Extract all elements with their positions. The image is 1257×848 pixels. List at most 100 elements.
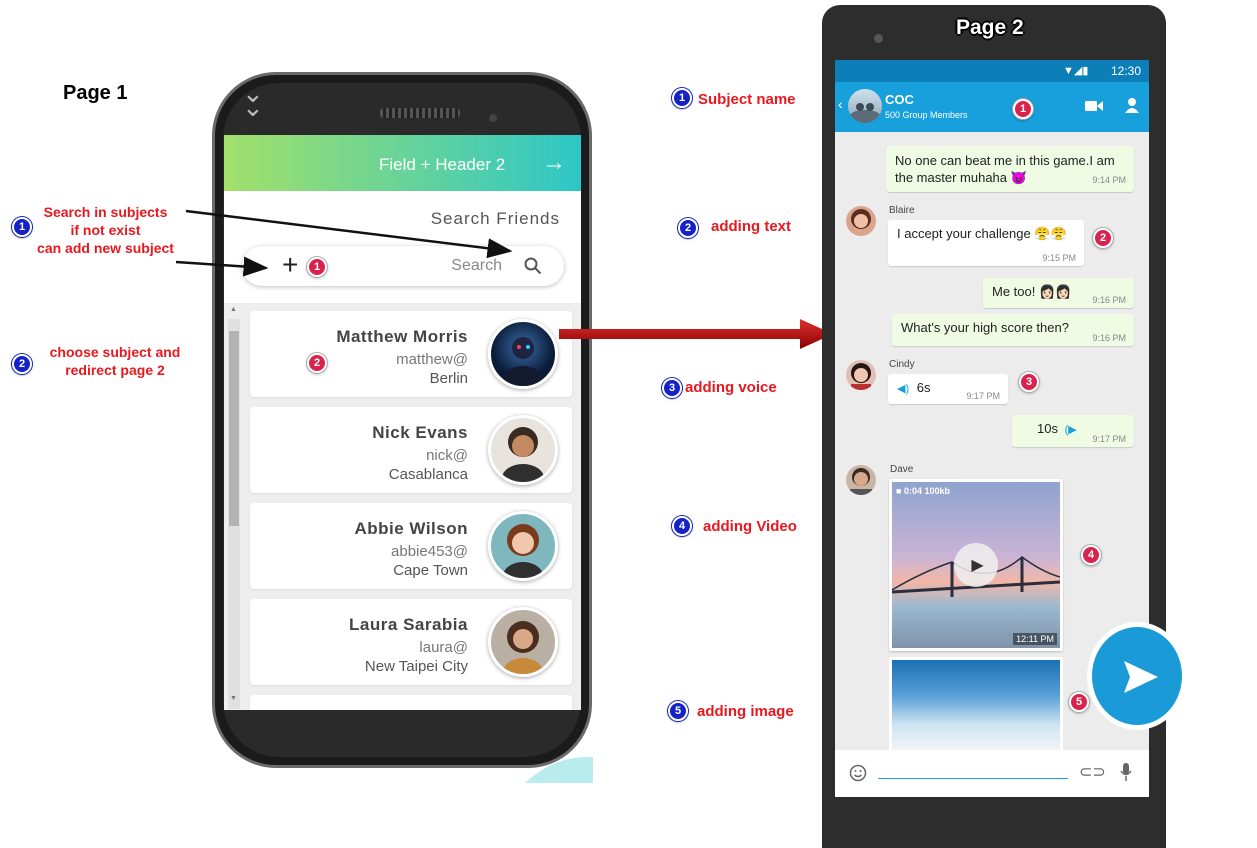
marker-5: 5	[1069, 692, 1089, 712]
voice-wave-icon[interactable]: (▶	[1065, 424, 1077, 436]
contact-city: Berlin	[429, 370, 468, 387]
send-button[interactable]	[1087, 622, 1187, 730]
message-input[interactable]	[878, 778, 1068, 779]
message-text: I accept your challenge 😤😤	[897, 226, 1067, 241]
decorative-shape	[525, 756, 593, 783]
contact-list: ▲ ▼ Matthew Morris matthew@ Berlin Nick …	[224, 303, 581, 710]
voice-message-incoming[interactable]: ◀) 6s 9:17 PM	[888, 374, 1008, 404]
status-time: 12:30	[1110, 64, 1141, 78]
note-subject-name: Subject name	[698, 91, 796, 108]
emoji-icon[interactable]	[849, 764, 867, 782]
note-line: choose subject and	[49, 344, 181, 360]
avatar[interactable]	[846, 360, 876, 390]
note-adding-image: adding image	[697, 703, 794, 720]
message-text: No one can beat me in this game.I am the…	[895, 153, 1115, 185]
scrollbar[interactable]	[228, 319, 240, 709]
contact-username: nick@	[426, 447, 468, 464]
contact-name: Nick Evans	[372, 423, 468, 442]
video-thumbnail[interactable]: ■ 0:04 100kb ▶ 12:11 PM	[892, 482, 1060, 648]
message-time: 9:14 PM	[1092, 175, 1126, 185]
annotation-arrows	[175, 209, 513, 277]
video-time: 12:11 PM	[1013, 633, 1057, 645]
contact-name: Laura Sarabia	[349, 615, 468, 634]
video-call-icon[interactable]	[1085, 100, 1103, 112]
marker-2: 2	[307, 353, 327, 373]
back-icon[interactable]: ‹	[838, 96, 843, 112]
voice-duration: 6s	[916, 380, 931, 395]
sender-name: Blaire	[889, 205, 915, 216]
avatar[interactable]	[846, 465, 876, 495]
contact-city: New Taipei City	[364, 658, 468, 675]
contact-card[interactable]: Matthew Morris matthew@ Berlin	[250, 311, 572, 397]
note-adding-voice: adding voice	[685, 379, 777, 396]
marker-2: 2	[1093, 228, 1113, 248]
marker-3: 3	[1019, 372, 1039, 392]
message-bubble-outgoing[interactable]: No one can beat me in this game.I am the…	[886, 146, 1134, 192]
group-name: COC	[885, 92, 914, 107]
note-number-3: 3	[662, 378, 682, 398]
marker-1: 1	[1013, 99, 1033, 119]
redirect-arrow	[559, 319, 833, 349]
chat-app-bar: ‹ COC 500 Group Members	[835, 82, 1149, 132]
contact-city: Cape Town	[393, 562, 468, 579]
scrollbar-thumb[interactable]	[229, 331, 239, 526]
play-button[interactable]: ▶	[954, 543, 998, 587]
scroll-down-arrow-icon[interactable]: ▼	[230, 695, 237, 702]
marker-4: 4	[1081, 545, 1101, 565]
contact-username: laura@	[419, 639, 468, 656]
microphone-icon[interactable]	[1119, 762, 1133, 782]
sender-name: Dave	[890, 464, 914, 475]
note-adding-text: adding text	[711, 218, 792, 235]
message-time: 9:15 PM	[1042, 253, 1076, 263]
note-number-2: 2	[12, 354, 32, 374]
contact-name: Abbie Wilson	[354, 519, 468, 538]
status-bar: ▼◢▮ 12:30	[835, 60, 1149, 82]
voice-wave-icon[interactable]: ◀)	[897, 383, 909, 395]
attach-icon[interactable]: ⊂⊃	[1079, 762, 1106, 782]
video-message[interactable]: ■ 0:04 100kb ▶ 12:11 PM	[889, 479, 1063, 651]
contact-city: Casablanca	[388, 466, 468, 483]
contact-username: abbie453@	[391, 543, 468, 560]
message-bubble-incoming[interactable]: I accept your challenge 😤😤 9:15 PM	[888, 220, 1084, 266]
note-adding-video: adding Video	[703, 518, 797, 535]
avatar	[488, 415, 558, 485]
wifi-icon: ▼◢▮	[1063, 65, 1089, 77]
group-members: 500 Group Members	[885, 110, 968, 120]
message-text: What's your high score then?	[901, 320, 1069, 335]
note-number-4: 4	[672, 516, 692, 536]
contact-card[interactable]	[250, 695, 572, 710]
note-number-1: 1	[672, 88, 692, 108]
message-time: 9:17 PM	[966, 391, 1000, 401]
video-meta: ■ 0:04 100kb	[896, 486, 950, 496]
sender-name: Cindy	[889, 359, 915, 370]
contact-username: matthew@	[396, 351, 468, 368]
video-meta-text: 0:04 100kb	[903, 486, 950, 496]
contact-card[interactable]: Abbie Wilson abbie453@ Cape Town	[250, 503, 572, 589]
note-line: redirect page 2	[65, 362, 165, 378]
scroll-up-arrow-icon[interactable]: ▲	[230, 306, 237, 313]
contact-name: Matthew Morris	[336, 327, 468, 346]
image-message[interactable]	[889, 657, 1063, 752]
send-icon	[1124, 661, 1158, 693]
avatar	[488, 607, 558, 677]
note-number-5: 5	[668, 701, 688, 721]
message-text: Me too! 👩🏻👩🏻	[992, 284, 1072, 299]
profile-icon[interactable]	[1124, 97, 1140, 113]
voice-message-outgoing[interactable]: 10s (▶ 9:17 PM	[1012, 415, 1134, 447]
message-input-bar: ⊂⊃	[835, 750, 1149, 797]
message-time: 9:16 PM	[1092, 295, 1126, 305]
play-icon: ▶	[971, 557, 984, 574]
group-avatar[interactable]	[848, 89, 882, 123]
image-thumbnail[interactable]	[892, 660, 1060, 752]
camera-icon	[874, 34, 883, 43]
note-choose-subject: choose subject and redirect page 2	[30, 343, 200, 379]
video-camera-icon: ■	[896, 486, 902, 496]
avatar[interactable]	[846, 206, 876, 236]
avatar	[488, 319, 558, 389]
message-bubble-outgoing[interactable]: Me too! 👩🏻👩🏻 9:16 PM	[983, 278, 1134, 308]
contact-card[interactable]: Nick Evans nick@ Casablanca	[250, 407, 572, 493]
message-time: 9:17 PM	[1092, 434, 1126, 444]
contact-card[interactable]: Laura Sarabia laura@ New Taipei City	[250, 599, 572, 685]
message-bubble-outgoing[interactable]: What's your high score then? 9:16 PM	[892, 314, 1134, 346]
avatar	[488, 511, 558, 581]
